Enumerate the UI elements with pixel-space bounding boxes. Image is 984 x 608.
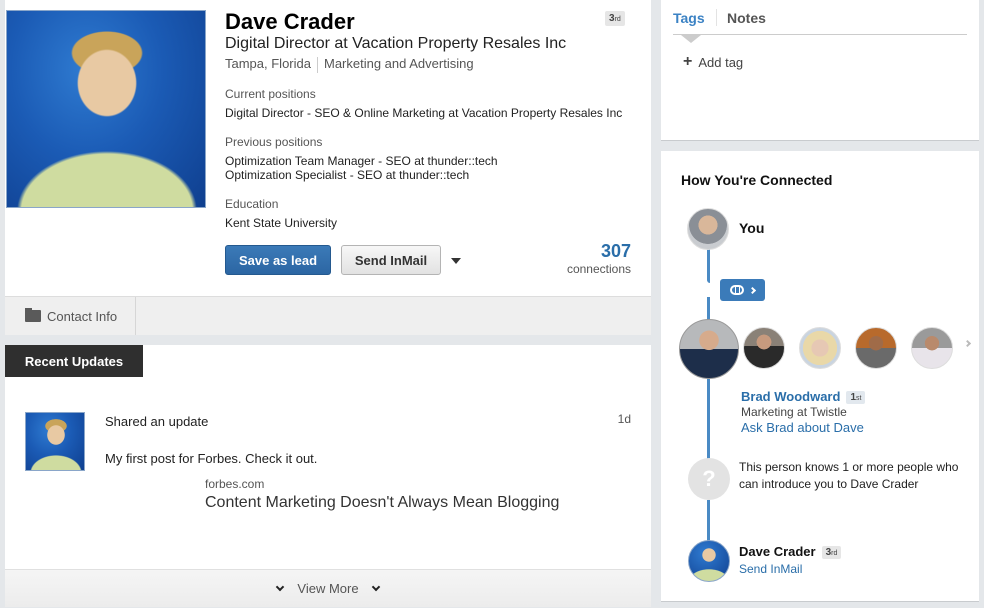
- degree-suffix: rd: [831, 550, 838, 557]
- update-text: My first post for Forbes. Check it out.: [105, 451, 318, 466]
- mutual-connection-avatar-brad[interactable]: [679, 319, 739, 379]
- tab-divider: [716, 9, 717, 26]
- current-positions-label: Current positions: [225, 87, 316, 101]
- profile-photo: [6, 10, 206, 208]
- mutual-connection-avatar[interactable]: [911, 327, 953, 369]
- profile-location: Tampa, Florida: [225, 56, 311, 71]
- intro-explanation: This person knows 1 or more people who c…: [739, 460, 959, 491]
- contact-info-tab[interactable]: Contact Info: [5, 297, 136, 335]
- update-timestamp: 1d: [617, 412, 631, 426]
- tabs-divider-line: [673, 34, 967, 35]
- save-as-lead-button[interactable]: Save as lead: [225, 245, 331, 275]
- view-more-label: View More: [297, 581, 359, 596]
- degree-badge: 1st: [846, 391, 866, 404]
- add-tag-button[interactable]: + Add tag: [683, 54, 743, 70]
- target-name-text: Dave Crader: [739, 544, 816, 559]
- mutual-connection-avatar[interactable]: [743, 327, 785, 369]
- unknown-person-icon: ?: [688, 458, 730, 500]
- more-actions-dropdown-icon[interactable]: [451, 258, 461, 264]
- path-line: [707, 377, 710, 459]
- education-label: Education: [225, 197, 279, 211]
- active-tab-pointer: [681, 35, 701, 43]
- tab-notes[interactable]: Notes: [727, 10, 766, 26]
- shared-connection-name[interactable]: Brad Woodward 1st: [741, 389, 866, 404]
- degree-suffix: rd: [614, 16, 621, 23]
- profile-industry: Marketing and Advertising: [323, 56, 474, 71]
- shared-link-title[interactable]: Content Marketing Doesn't Always Mean Bl…: [205, 494, 559, 512]
- shared-connections-button[interactable]: [720, 279, 765, 301]
- profile-headline: Digital Director at Vacation Property Re…: [225, 35, 567, 52]
- connections-rings-icon: [730, 285, 744, 295]
- ask-for-intro-link[interactable]: Ask Brad about Dave: [741, 420, 864, 435]
- contact-bar: Contact Info: [5, 296, 651, 335]
- path-line: [707, 500, 710, 542]
- you-label: You: [739, 220, 765, 236]
- chevron-right-icon: [748, 286, 757, 294]
- chevron-down-icon: [371, 582, 380, 592]
- mutual-connection-avatar[interactable]: [799, 327, 841, 369]
- shared-link-domain: forbes.com: [205, 477, 265, 491]
- you-avatar[interactable]: [687, 208, 729, 250]
- folder-icon: [25, 308, 41, 322]
- plus-icon: +: [683, 53, 693, 70]
- view-more-button[interactable]: View More: [5, 569, 651, 607]
- previous-position: Optimization Specialist - SEO at thunder…: [225, 168, 470, 182]
- contact-info-label: Contact Info: [47, 308, 118, 324]
- connections-count: 307: [600, 241, 631, 261]
- chevron-right-icon[interactable]: [963, 339, 972, 348]
- tab-tags[interactable]: Tags: [673, 10, 705, 26]
- recent-updates-tab[interactable]: Recent Updates: [5, 345, 143, 377]
- previous-position: Optimization Team Manager - SEO at thund…: [225, 154, 498, 168]
- degree-badge: 3rd: [605, 11, 625, 26]
- how-connected-card: How You're Connected You Brad Woodward 1s…: [661, 151, 979, 602]
- add-tag-label: Add tag: [698, 54, 744, 70]
- degree-suffix: st: [856, 395, 862, 402]
- shared-connection-title: Marketing at Twistle: [741, 405, 847, 419]
- profile-meta: Tampa, Florida Marketing and Advertising: [225, 56, 474, 73]
- previous-positions-label: Previous positions: [225, 135, 323, 149]
- path-line: [707, 297, 710, 321]
- shared-connection-name-text: Brad Woodward: [741, 389, 841, 404]
- send-inmail-button[interactable]: Send InMail: [341, 245, 441, 275]
- education-school: Kent State University: [225, 216, 338, 230]
- how-connected-title: How You're Connected: [681, 172, 833, 188]
- update-type: Shared an update: [105, 414, 209, 429]
- target-avatar[interactable]: [688, 540, 730, 582]
- connections-label: connections: [566, 262, 631, 276]
- chevron-down-icon: [276, 582, 285, 592]
- path-line: [707, 248, 710, 283]
- target-send-inmail-link[interactable]: Send InMail: [739, 562, 802, 576]
- degree-badge: 3rd: [821, 546, 842, 559]
- tags-notes-card: Tags Notes + Add tag: [661, 0, 979, 141]
- profile-name: Dave Crader: [225, 9, 355, 34]
- recent-updates-card: Recent Updates Shared an update 1d My fi…: [5, 345, 651, 607]
- update-author-avatar[interactable]: [25, 412, 85, 471]
- target-name: Dave Crader 3rd: [739, 544, 842, 559]
- profile-card: Dave Crader 3rd Digital Director at Vaca…: [5, 0, 651, 335]
- meta-divider: [316, 56, 318, 73]
- current-position: Digital Director - SEO & Online Marketin…: [225, 106, 623, 120]
- mutual-connection-avatar[interactable]: [855, 327, 897, 369]
